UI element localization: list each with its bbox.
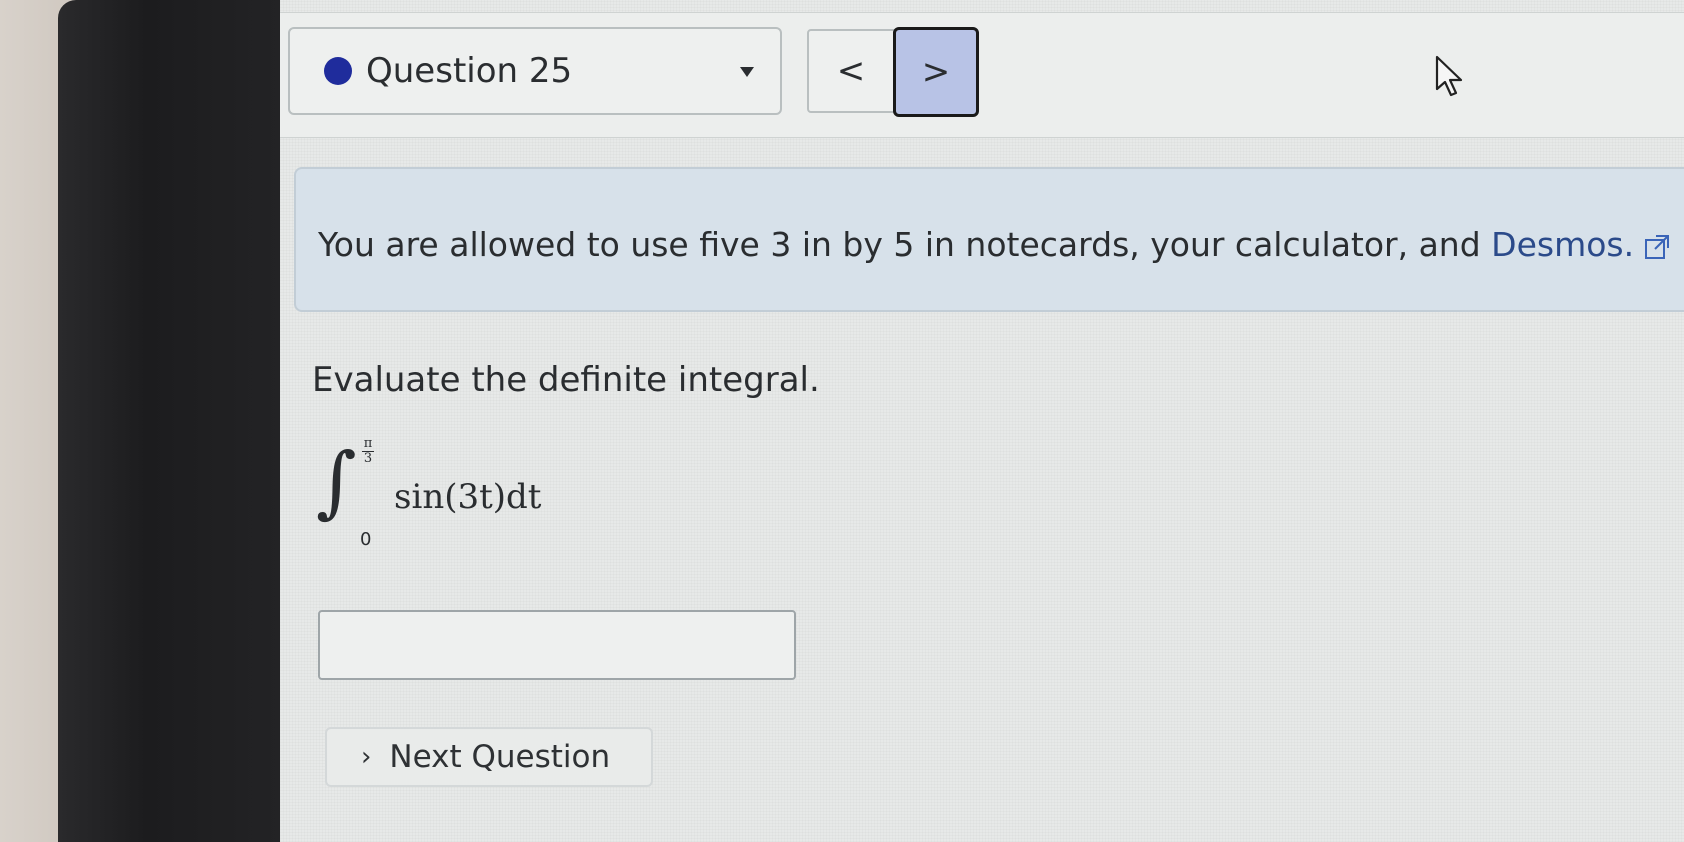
question-number-label: Question 25 xyxy=(366,51,573,91)
caret-down-icon xyxy=(740,67,754,77)
chevron-right-icon: > xyxy=(921,52,951,92)
mouse-cursor-icon xyxy=(1435,55,1463,97)
previous-question-button[interactable]: < xyxy=(807,29,895,113)
chevron-right-icon: › xyxy=(361,742,372,772)
screen: Question 25 < > You are allowed to use f… xyxy=(280,0,1684,842)
question-selector[interactable]: Question 25 xyxy=(288,27,782,115)
instructions-text: You are allowed to use five 3 in by 5 in… xyxy=(318,225,1670,264)
desmos-link[interactable]: Desmos. xyxy=(1491,225,1634,264)
upper-limit-denominator: 3 xyxy=(363,451,373,467)
answer-input[interactable] xyxy=(318,610,796,680)
external-link-icon[interactable] xyxy=(1644,234,1670,260)
monitor-bezel xyxy=(58,0,280,842)
question-navigation-bar: Question 25 < > xyxy=(280,12,1684,138)
upper-limit: π 3 xyxy=(362,436,374,467)
lower-limit: 0 xyxy=(360,529,372,550)
upper-limit-numerator: π xyxy=(363,436,373,451)
instructions-body: You are allowed to use five 3 in by 5 in… xyxy=(318,225,1492,264)
next-question-arrow-button[interactable]: > xyxy=(893,27,979,117)
question-status-dot xyxy=(324,57,352,85)
integrand: sin(3t)dt xyxy=(394,477,542,517)
definite-integral-expression: ∫ π 3 0 sin(3t)dt xyxy=(316,435,616,555)
next-question-button[interactable]: › Next Question xyxy=(325,727,653,787)
chevron-left-icon: < xyxy=(836,51,866,91)
integral-sign-icon: ∫ xyxy=(316,437,357,527)
question-prompt: Evaluate the definite integral. xyxy=(312,360,820,400)
next-question-label: Next Question xyxy=(389,739,611,775)
instructions-box: You are allowed to use five 3 in by 5 in… xyxy=(294,167,1684,312)
